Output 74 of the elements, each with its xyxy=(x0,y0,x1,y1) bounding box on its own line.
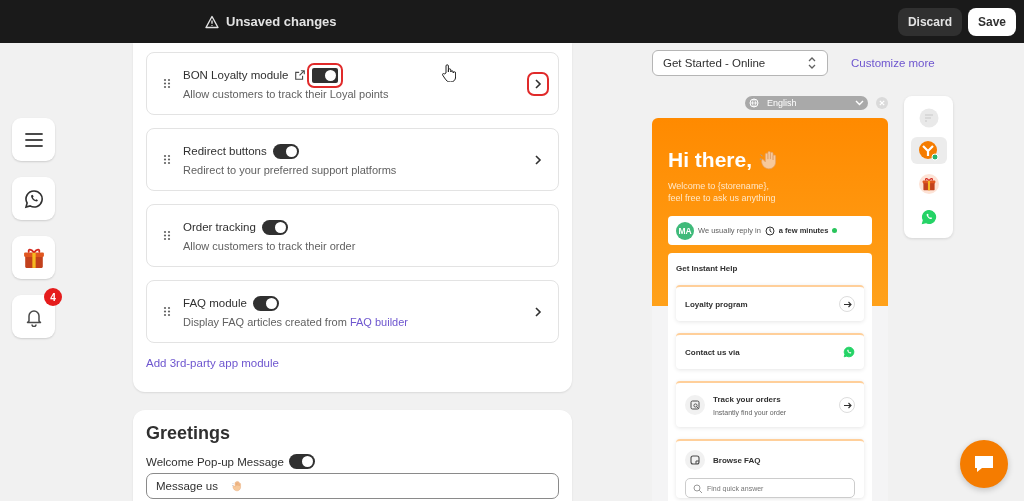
chat-bubble-icon xyxy=(973,454,995,474)
select-value: Get Started - Online xyxy=(663,57,766,69)
waving-hand-icon xyxy=(231,480,243,492)
search-icon xyxy=(693,483,702,493)
gift-rail-button[interactable] xyxy=(12,236,55,279)
message-field[interactable]: Message us xyxy=(156,480,228,492)
gift-icon xyxy=(22,246,45,269)
select-arrows-icon xyxy=(807,56,817,70)
greeting-title: Hi there, xyxy=(668,148,753,172)
launcher-option[interactable] xyxy=(910,137,947,164)
arrow-right-icon xyxy=(842,299,852,309)
arrow-button[interactable] xyxy=(839,397,855,413)
customize-link[interactable]: Customize more xyxy=(851,57,935,69)
drag-handle-icon xyxy=(163,306,171,317)
module-description: Display FAQ articles created from FAQ builder xyxy=(183,315,409,328)
notice-text: Unsaved changes xyxy=(226,14,337,29)
avatar-placeholder-icon xyxy=(918,107,939,128)
field-label: Welcome Pop-up Message xyxy=(146,455,284,468)
chevron-down-icon xyxy=(855,100,864,106)
menu-rail-button[interactable] xyxy=(12,118,55,161)
close-icon xyxy=(876,97,888,109)
toggle-switch[interactable] xyxy=(261,219,288,235)
drag-handle-icon xyxy=(163,154,171,165)
chevron-right-icon xyxy=(534,154,542,165)
chevron-button[interactable] xyxy=(532,304,544,319)
add-module-link[interactable]: Add 3rd-party app module xyxy=(146,343,559,392)
hand-cursor-icon xyxy=(442,64,456,82)
discard-button[interactable]: Discard xyxy=(897,7,962,36)
module-description: Redirect to your preferred support platforms xyxy=(183,163,398,176)
module-title: Order tracking xyxy=(183,221,256,233)
section-title: Greetings xyxy=(146,423,232,444)
panel-title: Get Instant Help xyxy=(676,264,739,273)
help-item-card[interactable]: Loyalty program xyxy=(676,285,864,321)
item-title: Browse FAQ xyxy=(713,455,762,465)
item-title: Loyalty program xyxy=(685,299,749,309)
item-title: Track your orders xyxy=(713,394,782,404)
module-description: Allow customers to track their order xyxy=(183,239,357,252)
whatsapp-rail-button[interactable] xyxy=(12,177,55,220)
whatsapp-icon xyxy=(920,208,937,225)
chevron-right-icon xyxy=(534,78,542,89)
warning-icon xyxy=(205,14,219,29)
chevron-button[interactable] xyxy=(532,152,544,167)
item-title: Contact us via xyxy=(685,347,741,357)
toggle-switch[interactable] xyxy=(272,143,299,159)
notification-badge: 4 xyxy=(44,288,62,306)
drag-handle-icon xyxy=(163,230,171,241)
mode-select[interactable]: Get Started - Online xyxy=(652,50,828,76)
toggle-switch[interactable] xyxy=(288,454,315,469)
tracking-icon xyxy=(690,400,700,410)
gift-icon xyxy=(921,176,936,191)
chat-launcher-button[interactable] xyxy=(960,440,1008,488)
language-value: English xyxy=(767,98,798,108)
note-icon xyxy=(690,455,700,465)
drag-handle-icon xyxy=(163,78,171,89)
agent-avatar: MA xyxy=(676,221,694,240)
save-button[interactable]: Save xyxy=(967,7,1016,36)
menu-icon xyxy=(23,130,44,149)
module-description: Allow customers to track their Loyal points xyxy=(183,87,390,100)
arrow-button[interactable] xyxy=(839,296,855,312)
module-title: Redirect buttons xyxy=(183,145,267,157)
clock-icon xyxy=(764,225,775,236)
arrow-right-icon xyxy=(842,400,852,410)
toggle-switch[interactable] xyxy=(252,295,279,311)
globe-icon xyxy=(749,98,759,108)
bell-rail-button[interactable] xyxy=(12,295,55,338)
help-item-card[interactable]: Contact us via xyxy=(676,333,864,369)
welcome-text: Welcome to {storename}, feel free to ask us anything xyxy=(668,180,777,204)
brand-logo-icon xyxy=(918,140,939,161)
module-title: BON Loyalty module xyxy=(183,69,289,81)
module-title: FAQ module xyxy=(183,297,247,309)
faq-builder-link[interactable]: FAQ builder xyxy=(349,315,408,328)
whatsapp-icon xyxy=(23,188,44,209)
whatsapp-icon xyxy=(843,346,855,358)
chevron-right-icon xyxy=(534,306,542,317)
